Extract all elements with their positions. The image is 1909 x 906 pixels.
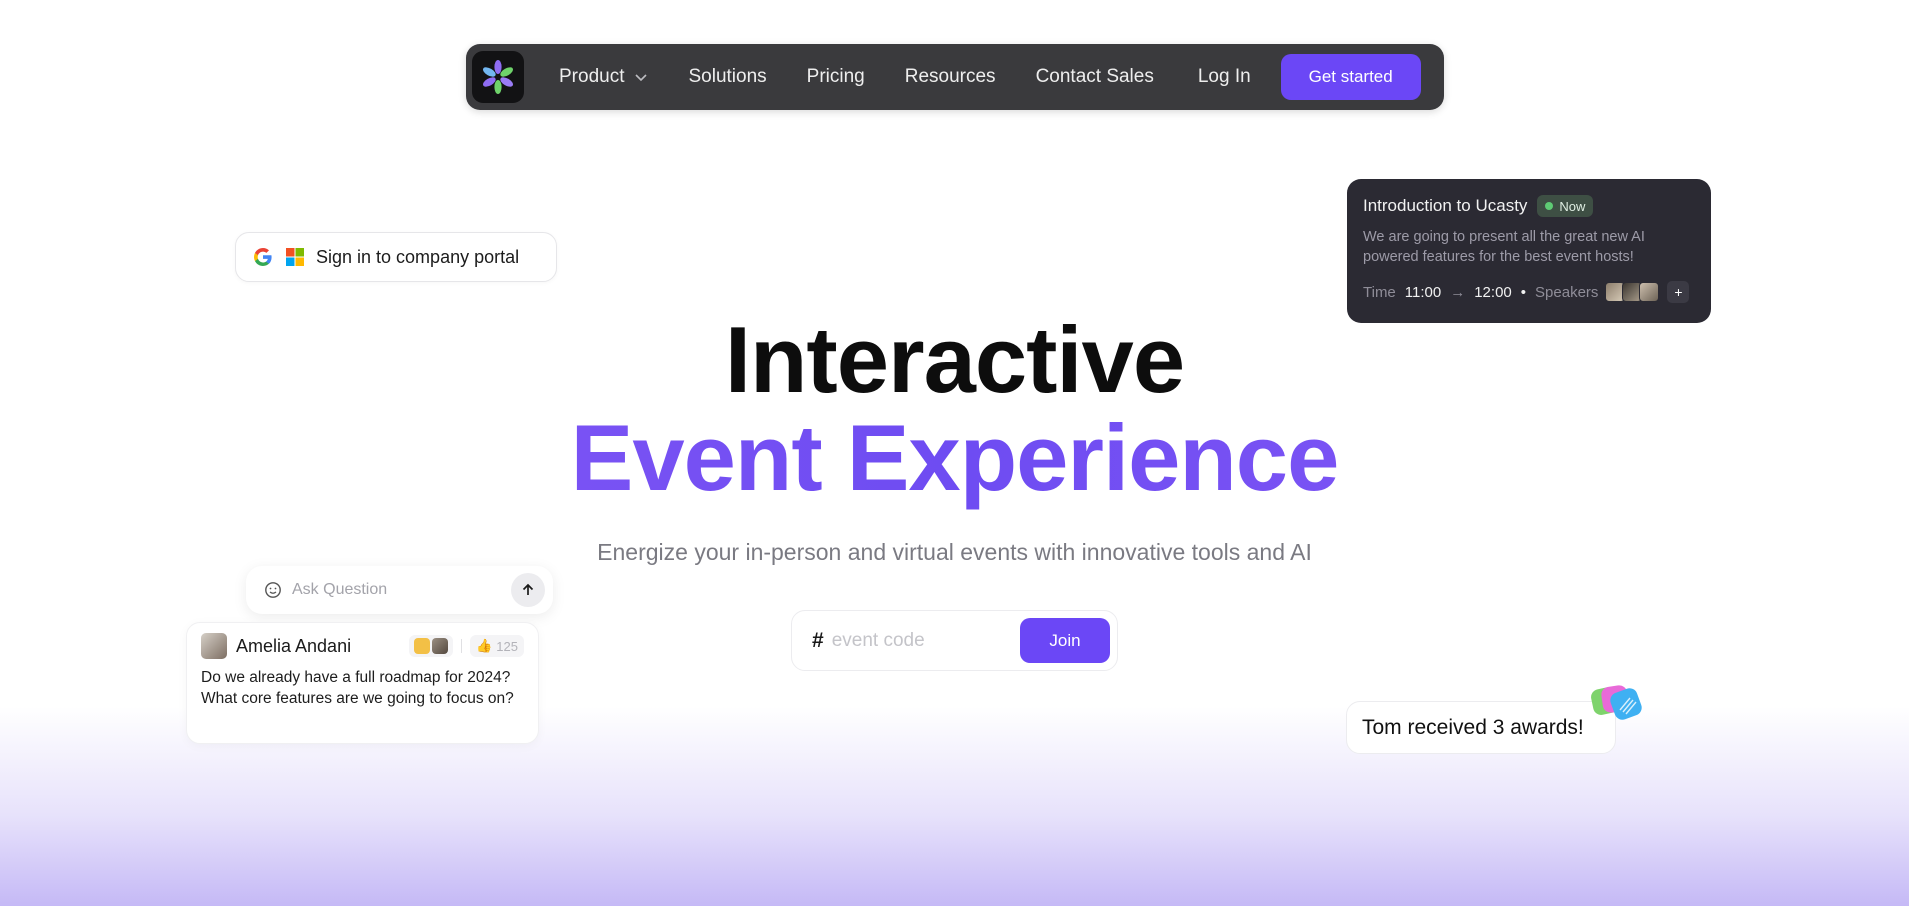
company-portal-signin-button[interactable]: Sign in to company portal bbox=[235, 232, 557, 282]
start-time: 11:00 bbox=[1404, 283, 1442, 301]
get-started-button[interactable]: Get started bbox=[1280, 54, 1421, 100]
nav-item-label: Resources bbox=[904, 66, 996, 87]
hero-title-line2: Event Experience bbox=[0, 404, 1909, 512]
smiley-icon[interactable] bbox=[264, 581, 282, 599]
hero-subtitle: Energize your in-person and virtual even… bbox=[597, 539, 1312, 565]
speaker-avatars bbox=[1605, 282, 1660, 302]
microsoft-icon bbox=[286, 248, 304, 266]
nav-item-label: Solutions bbox=[688, 66, 767, 87]
thumbs-up-icon: 👍 bbox=[476, 638, 493, 653]
bullet-separator: • bbox=[1520, 283, 1527, 301]
nav-item-label: Pricing bbox=[806, 66, 865, 87]
hash-icon: # bbox=[812, 628, 824, 652]
award-notification: Tom received 3 awards! bbox=[1346, 701, 1616, 754]
chevron-down-icon bbox=[635, 74, 648, 82]
nav-item-pricing[interactable]: Pricing bbox=[807, 66, 865, 88]
join-button[interactable]: Join bbox=[1020, 618, 1110, 663]
question-card[interactable]: Amelia Andani 👍 125 Do we already have a… bbox=[186, 622, 539, 744]
arrow-right-icon: → bbox=[1450, 283, 1466, 301]
question-text: Do we already have a full roadmap for 20… bbox=[201, 669, 514, 707]
google-icon bbox=[254, 248, 272, 266]
award-badges-icon bbox=[1591, 685, 1642, 720]
time-label: Time bbox=[1363, 283, 1396, 301]
nav-item-label: Contact Sales bbox=[1035, 66, 1154, 87]
speaker-avatar bbox=[1639, 282, 1660, 302]
nav-item-contact-sales[interactable]: Contact Sales bbox=[1036, 66, 1154, 88]
reactions[interactable] bbox=[409, 635, 454, 657]
award-text: Tom received 3 awards! bbox=[1362, 715, 1584, 739]
heart-eyes-emoji-icon bbox=[414, 638, 431, 654]
nav-item-resources[interactable]: Resources bbox=[905, 66, 996, 88]
event-code-input[interactable] bbox=[831, 629, 1017, 652]
question-author: Amelia Andani bbox=[236, 635, 352, 656]
login-link[interactable]: Log In bbox=[1198, 66, 1251, 88]
nav-item-solutions[interactable]: Solutions bbox=[688, 66, 766, 88]
hero-title-line1: Interactive bbox=[724, 307, 1185, 412]
reaction-avatar-icon bbox=[432, 638, 449, 654]
nav-item-label: Product bbox=[559, 66, 625, 87]
ask-question-input[interactable] bbox=[292, 581, 492, 599]
event-title: Introduction to Ucasty bbox=[1363, 196, 1528, 215]
top-navbar: Product Solutions Pricing Resources Cont… bbox=[466, 44, 1444, 110]
flower-logo-icon bbox=[483, 60, 513, 94]
like-button[interactable]: 👍 125 bbox=[470, 635, 524, 657]
ask-question-bar bbox=[246, 566, 553, 614]
speakers-label: Speakers bbox=[1535, 283, 1599, 301]
signin-label: Sign in to company portal bbox=[316, 246, 520, 267]
avatar bbox=[201, 633, 227, 659]
event-code-form: # Join bbox=[791, 610, 1118, 671]
send-question-button[interactable] bbox=[511, 573, 545, 607]
brand-logo[interactable] bbox=[472, 51, 524, 103]
add-speaker-button[interactable]: + bbox=[1667, 281, 1690, 303]
event-description: We are going to present all the great ne… bbox=[1363, 229, 1645, 265]
live-dot-icon bbox=[1545, 202, 1554, 210]
nav-item-product[interactable]: Product bbox=[559, 66, 648, 88]
arrow-up-icon bbox=[522, 583, 534, 595]
like-count: 125 bbox=[496, 638, 518, 654]
badge-label: Now bbox=[1559, 198, 1586, 214]
divider bbox=[461, 639, 463, 653]
live-status-badge: Now bbox=[1537, 195, 1594, 217]
end-time: 12:00 bbox=[1474, 283, 1512, 301]
event-card[interactable]: Introduction to Ucasty Now We are going … bbox=[1347, 179, 1711, 323]
